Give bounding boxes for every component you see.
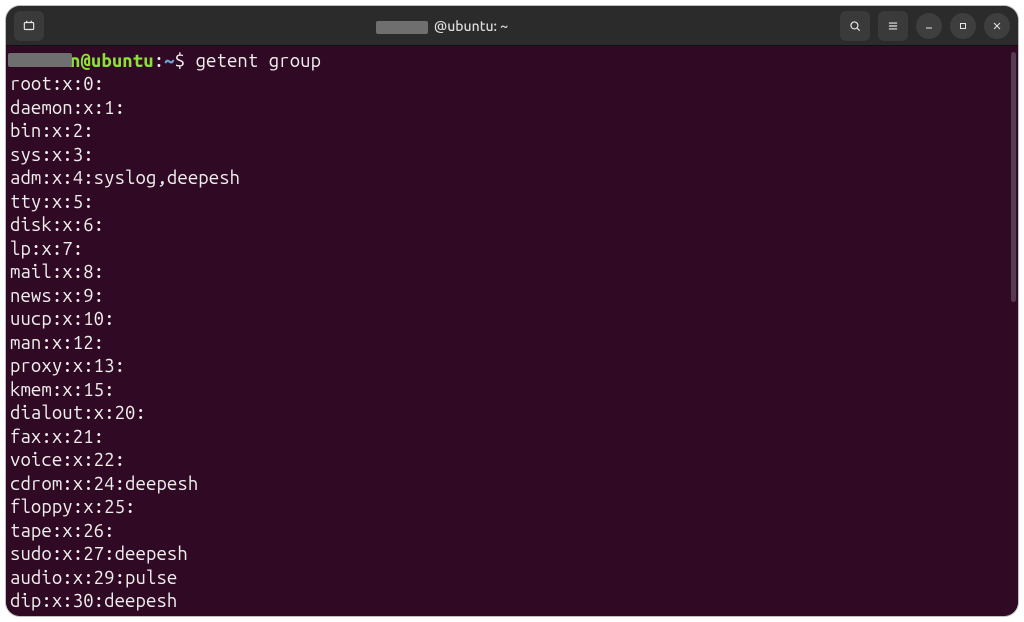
output-line: voice:x:22: xyxy=(10,449,1012,472)
menu-button[interactable] xyxy=(878,11,908,41)
window-title: @ubuntu: ~ xyxy=(44,18,840,34)
search-icon xyxy=(848,19,862,33)
output-line: proxy:x:13: xyxy=(10,355,1012,378)
output-line: news:x:9: xyxy=(10,285,1012,308)
output-line: sudo:x:27:deepesh xyxy=(10,543,1012,566)
output-line: floppy:x:25: xyxy=(10,496,1012,519)
titlebar: @ubuntu: ~ xyxy=(6,6,1018,46)
maximize-icon xyxy=(957,20,969,32)
minimize-button[interactable] xyxy=(916,13,942,39)
window-title-text: @ubuntu: ~ xyxy=(434,18,508,34)
prompt-line: n@ubuntu:~$ getent group xyxy=(10,50,1012,73)
prompt-user-host: @ubuntu xyxy=(80,51,153,71)
output-line: fax:x:21: xyxy=(10,426,1012,449)
hamburger-icon xyxy=(886,19,900,33)
output-line: tape:x:26: xyxy=(10,520,1012,543)
output-line: cdrom:x:24:deepesh xyxy=(10,473,1012,496)
terminal-viewport[interactable]: n@ubuntu:~$ getent group root:x:0:daemon… xyxy=(6,46,1018,616)
output-line: sys:x:3: xyxy=(10,144,1012,167)
prompt-colon: : xyxy=(154,51,164,71)
output-line: dialout:x:20: xyxy=(10,402,1012,425)
output-line: man:x:12: xyxy=(10,332,1012,355)
new-tab-button[interactable] xyxy=(14,11,44,41)
command-text: getent group xyxy=(196,51,322,71)
new-tab-icon xyxy=(22,19,36,33)
output-line: tty:x:5: xyxy=(10,191,1012,214)
close-button[interactable] xyxy=(984,13,1010,39)
output-line: uucp:x:10: xyxy=(10,308,1012,331)
prompt-dollar: $ xyxy=(175,51,196,71)
output-line: audio:x:29:pulse xyxy=(10,567,1012,590)
redacted-prompt-user xyxy=(8,53,72,67)
prompt-path: ~ xyxy=(164,51,174,71)
output-lines: root:x:0:daemon:x:1:bin:x:2:sys:x:3:adm:… xyxy=(10,73,1012,616)
maximize-button[interactable] xyxy=(950,13,976,39)
output-line: disk:x:6: xyxy=(10,214,1012,237)
output-line: kmem:x:15: xyxy=(10,379,1012,402)
output-line: mail:x:8: xyxy=(10,261,1012,284)
output-line: lp:x:7: xyxy=(10,238,1012,261)
search-button[interactable] xyxy=(840,11,870,41)
output-line: www-data:x:33: xyxy=(10,614,1012,616)
output-line: adm:x:4:syslog,deepesh xyxy=(10,167,1012,190)
output-line: dip:x:30:deepesh xyxy=(10,590,1012,613)
output-line: bin:x:2: xyxy=(10,120,1012,143)
close-icon xyxy=(991,20,1003,32)
output-line: daemon:x:1: xyxy=(10,97,1012,120)
scrollbar-thumb[interactable] xyxy=(1011,52,1016,302)
minimize-icon xyxy=(923,20,935,32)
output-line: root:x:0: xyxy=(10,73,1012,96)
redacted-username xyxy=(376,21,428,34)
terminal-window: @ubuntu: ~ xyxy=(6,6,1018,616)
